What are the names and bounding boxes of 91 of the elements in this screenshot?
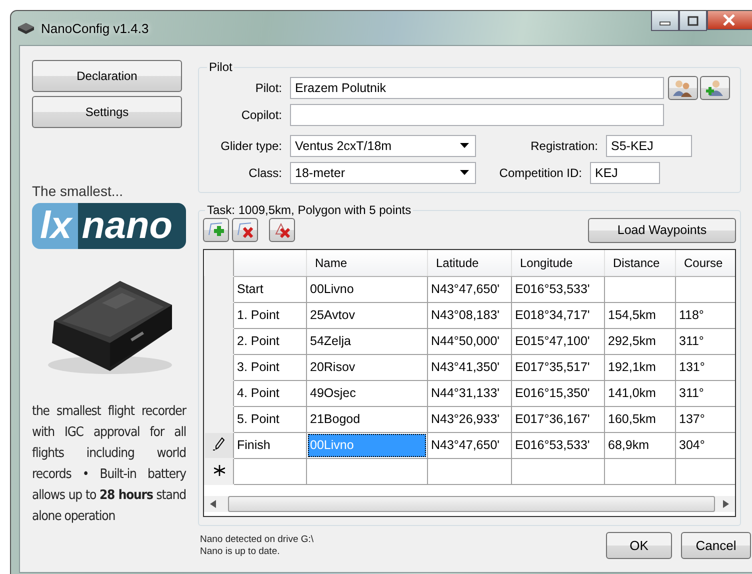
table-cell-text: E016°53,533'	[514, 437, 591, 454]
dropdown[interactable]: Ventus 2cxT/18m	[290, 134, 476, 156]
table-cell-text: 311°	[678, 385, 705, 402]
field-label: Class:	[248, 166, 283, 180]
product-description: the smallest flight recorder with IGC approval for all flights including world records • Built-in battery allows up to 28 hours stand alone operation	[32, 403, 186, 526]
table-cell-text: 68,9km	[607, 437, 650, 454]
pencil-icon	[213, 437, 225, 451]
asterisk-icon	[214, 464, 224, 476]
table-cell-text: 49Osjec	[309, 385, 357, 402]
input-field[interactable]	[290, 104, 664, 126]
logo-text: nano	[78, 203, 186, 249]
field-label: Glider type:	[220, 138, 283, 152]
table-cell-text: 141,0km	[607, 385, 657, 402]
close-icon	[722, 14, 736, 26]
input-field[interactable]: Erazem Polutnik	[290, 76, 664, 98]
status-text: Nano detected on drive G:\	[200, 534, 315, 546]
input-field[interactable]: S5-KEJ	[606, 134, 692, 156]
table-cell-text: E017°36,167'	[514, 411, 591, 428]
table-cell-text: N43°08,183'	[430, 307, 501, 324]
table-cell-text: N43°47,650'	[430, 437, 501, 454]
table-cell-text: 160,5km	[607, 411, 657, 428]
table-cell-text: 192,1km	[607, 359, 657, 376]
table-cell-text: E018°34,717'	[514, 307, 591, 324]
left-arrow-icon[interactable]	[210, 500, 216, 508]
field-label: Competition ID:	[498, 166, 583, 180]
group-title: Pilot	[208, 60, 234, 74]
table-cell-text: E016°15,350'	[514, 385, 591, 402]
table-cell-text: E017°35,517'	[514, 359, 591, 376]
table-cell-text: N44°31,133'	[430, 385, 501, 402]
people-button[interactable]	[668, 76, 698, 100]
table-cell-text: 00Livno	[309, 281, 355, 298]
table-cell-text: 311°	[678, 333, 705, 350]
table-cell-text: 20Risov	[309, 359, 356, 376]
table-cell-text: 118°	[678, 307, 705, 324]
column-header[interactable]: Name	[315, 256, 348, 270]
table-cell-text: 1. Point	[236, 307, 280, 324]
dialog-button[interactable]: OK	[606, 532, 672, 559]
maximize-button[interactable]	[679, 11, 707, 31]
table-cell-text: 54Zelja	[309, 333, 352, 350]
close-button[interactable]	[707, 11, 752, 30]
table-cell-text: E015°47,100'	[514, 333, 591, 350]
dropdown-arrow-icon	[460, 170, 469, 175]
table-cell-text: 25Avtov	[309, 307, 356, 324]
table-cell-text: Start	[236, 281, 264, 298]
table-cell-text: 4. Point	[236, 385, 280, 402]
table-cell-text: 5. Point	[236, 411, 280, 428]
load-waypoints-button[interactable]: Load Waypoints	[588, 218, 736, 242]
table-cell-text: 21Bogod	[309, 411, 362, 428]
delete-point-button[interactable]	[232, 218, 258, 242]
tagline: The smallest...	[32, 183, 124, 199]
sidebar-button[interactable]: Settings	[32, 96, 182, 128]
window-title: NanoConfig v1.4.3	[41, 20, 149, 36]
add-person-icon	[705, 78, 725, 96]
row-header[interactable]	[204, 432, 234, 458]
right-arrow-icon[interactable]	[723, 500, 729, 508]
table-cell-text: N43°26,933'	[430, 411, 501, 428]
logo-text: lx	[32, 203, 78, 249]
field-label: Registration:	[530, 138, 599, 152]
table-cell-text: 137°	[678, 411, 706, 428]
table-cell-text: 131°	[678, 359, 706, 376]
delete-triangle-icon	[273, 221, 291, 239]
add-person-button[interactable]	[700, 76, 730, 100]
add-point-icon	[207, 221, 225, 239]
people-icon	[673, 78, 693, 96]
table-cell-text: Finish	[236, 437, 272, 454]
status-text: Nano is up to date.	[200, 546, 281, 558]
table-cell-text: N43°47,650'	[430, 281, 501, 298]
delete-point-icon	[236, 221, 254, 239]
device-icon	[17, 21, 35, 35]
table-cell-text: N44°50,000'	[430, 333, 501, 350]
dropdown-arrow-icon	[460, 143, 469, 148]
minimize-button[interactable]	[651, 11, 679, 31]
field-label: Pilot:	[254, 80, 283, 94]
sidebar-button[interactable]: Declaration	[32, 60, 182, 92]
table-cell-text: N43°41,350'	[430, 359, 501, 376]
table-cell-text: 292,5km	[607, 333, 657, 350]
field-label: Copilot:	[240, 108, 283, 122]
delete-task-button[interactable]	[269, 218, 295, 242]
group-title: Task: 1009,5km, Polygon with 5 points	[206, 203, 412, 217]
table-cell: 00Livno	[308, 434, 426, 457]
table-cell-text: 154,5km	[607, 307, 657, 324]
table-cell-text: 3. Point	[236, 359, 280, 376]
table-cell-text: E016°53,533'	[514, 281, 591, 298]
row-header[interactable]	[204, 458, 234, 484]
add-point-button[interactable]	[203, 218, 229, 242]
input-field[interactable]: KEJ	[590, 162, 660, 184]
dropdown[interactable]: 18-meter	[290, 162, 476, 184]
dialog-button[interactable]: Cancel	[681, 532, 751, 559]
table-cell-text: 304°	[678, 437, 706, 454]
maximize-icon	[687, 16, 699, 26]
table-cell-text: 2. Point	[236, 333, 280, 350]
